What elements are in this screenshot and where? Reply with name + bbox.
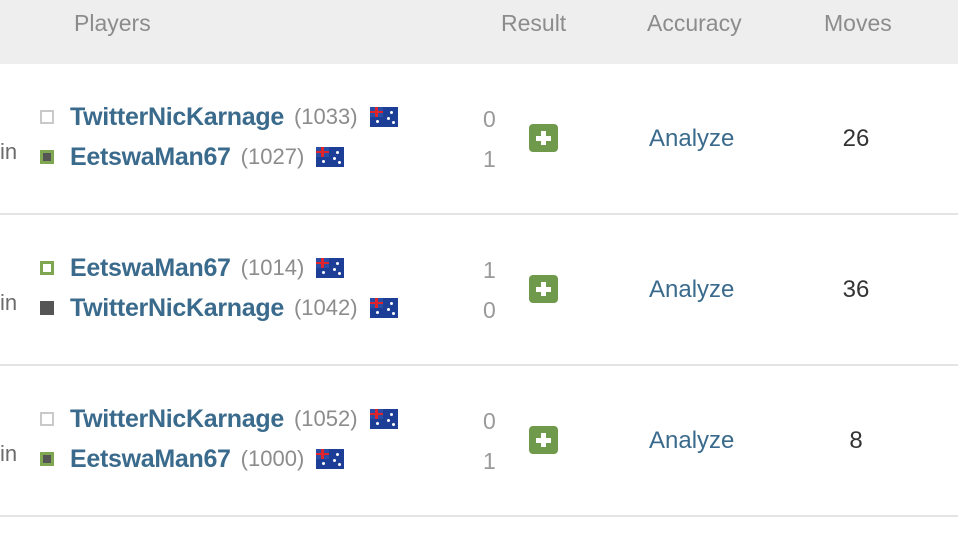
player-name-link[interactable]: TwitterNicKarnage <box>70 405 284 434</box>
australia-flag-icon <box>369 298 398 318</box>
plus-icon[interactable] <box>529 124 558 152</box>
clipped-game-type-label: in <box>0 139 18 164</box>
result-column-header: Result <box>501 10 567 36</box>
australia-flag-icon <box>369 409 398 429</box>
plus-icon[interactable] <box>529 426 558 454</box>
black-player: EetswaMan67 (1027) <box>40 142 345 172</box>
white-score: 1 <box>483 257 496 283</box>
player-rating: (1027) <box>240 144 305 169</box>
australia-flag-icon <box>316 147 345 167</box>
black-piece-winner-icon <box>40 452 54 466</box>
white-piece-icon <box>40 412 54 426</box>
accuracy-column-header: Accuracy <box>647 10 742 36</box>
moves-column-header: Moves <box>824 10 892 36</box>
player-rating: (1052) <box>293 406 358 431</box>
players-column-header: Players <box>74 10 151 36</box>
analyze-link[interactable]: Analyze <box>649 427 734 455</box>
white-player: TwitterNicKarnage (1033) <box>40 102 398 132</box>
player-name-link[interactable]: TwitterNicKarnage <box>70 103 284 132</box>
black-score: 1 <box>483 448 496 474</box>
australia-flag-icon <box>369 107 398 127</box>
moves-count: 26 <box>842 125 870 152</box>
white-piece-icon <box>40 110 54 124</box>
black-score: 1 <box>483 146 496 172</box>
player-name-link[interactable]: EetswaMan67 <box>70 445 231 474</box>
black-player: TwitterNicKarnage (1042) <box>40 293 398 323</box>
game-row[interactable]: in TwitterNicKarnage (1033) EetswaMan67 … <box>0 64 958 215</box>
row-divider <box>0 515 958 517</box>
game-row[interactable]: in EetswaMan67 (1014) TwitterNicKarnage … <box>0 215 958 366</box>
white-player: EetswaMan67 (1014) <box>40 253 345 283</box>
player-name-link[interactable]: TwitterNicKarnage <box>70 294 284 323</box>
white-score: 0 <box>483 106 496 132</box>
moves-count: 8 <box>849 427 863 454</box>
black-player: EetswaMan67 (1000) <box>40 444 345 474</box>
white-piece-winner-icon <box>40 261 54 275</box>
player-rating: (1033) <box>293 104 358 129</box>
clipped-game-type-label: in <box>0 290 18 315</box>
clipped-game-type-label: in <box>0 441 18 466</box>
analyze-link[interactable]: Analyze <box>649 125 734 153</box>
white-player: TwitterNicKarnage (1052) <box>40 404 398 434</box>
table-header: Players Result Accuracy Moves <box>0 0 958 64</box>
plus-icon[interactable] <box>529 275 558 303</box>
black-piece-winner-icon <box>40 150 54 164</box>
moves-count: 36 <box>842 276 870 303</box>
player-name-link[interactable]: EetswaMan67 <box>70 254 231 283</box>
white-score: 0 <box>483 408 496 434</box>
black-score: 0 <box>483 297 496 323</box>
player-rating: (1000) <box>240 446 305 471</box>
black-piece-icon <box>40 301 54 315</box>
australia-flag-icon <box>316 258 345 278</box>
australia-flag-icon <box>316 449 345 469</box>
player-name-link[interactable]: EetswaMan67 <box>70 143 231 172</box>
player-rating: (1042) <box>293 295 358 320</box>
player-rating: (1014) <box>240 255 305 280</box>
game-row[interactable]: in TwitterNicKarnage (1052) EetswaMan67 … <box>0 366 958 517</box>
analyze-link[interactable]: Analyze <box>649 276 734 304</box>
